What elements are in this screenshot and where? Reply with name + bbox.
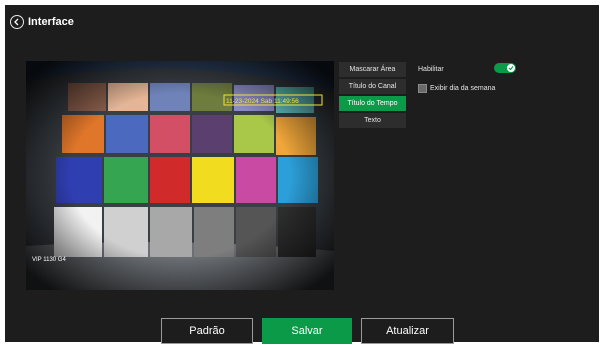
check-icon	[508, 66, 514, 71]
default-button[interactable]: Padrão	[161, 318, 253, 344]
enable-label: Habilitar	[418, 66, 444, 73]
weekday-checkbox[interactable]	[418, 84, 427, 93]
tab-titulo-tempo[interactable]: Título do Tempo	[339, 96, 406, 111]
tab-titulo-canal[interactable]: Título do Canal	[339, 79, 406, 94]
enable-toggle[interactable]	[494, 63, 516, 73]
weekday-row: Exibir dia da semana	[418, 81, 528, 96]
video-preview: 11-23-2024 Sab 11:49:56 VIP 1130 G4	[26, 61, 334, 290]
page-header: Interface	[10, 13, 74, 31]
chevron-left-icon	[14, 18, 19, 26]
osd-channel: VIP 1130 G4	[32, 257, 66, 263]
toggle-knob	[507, 64, 515, 72]
page-title: Interface	[28, 16, 74, 28]
refresh-button[interactable]: Atualizar	[361, 318, 454, 344]
options: Habilitar Exibir dia da semana	[418, 62, 528, 96]
tab-texto[interactable]: Texto	[339, 113, 406, 128]
back-button[interactable]	[10, 15, 24, 29]
enable-row: Habilitar	[418, 62, 528, 77]
weekday-label: Exibir dia da semana	[430, 85, 496, 92]
save-button[interactable]: Salvar	[262, 318, 352, 344]
overlay-tabs: Mascarar Área Título do Canal Título do …	[339, 62, 406, 130]
tab-mascarar-area[interactable]: Mascarar Área	[339, 62, 406, 77]
osd-time: 11-23-2024 Sab 11:49:56	[226, 98, 299, 105]
